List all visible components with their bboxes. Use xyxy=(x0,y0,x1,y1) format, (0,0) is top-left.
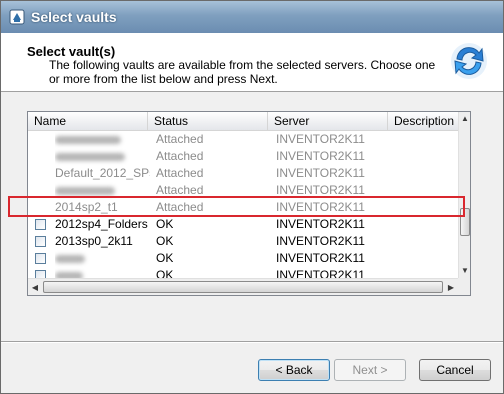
redacted-name xyxy=(55,187,115,195)
column-header-row: Name Status Server Description xyxy=(28,112,468,131)
vault-server-cell: INVENTOR2K11 xyxy=(276,234,365,248)
cancel-button[interactable]: Cancel xyxy=(419,359,491,381)
table-row[interactable]: Attached INVENTOR2K11 xyxy=(28,131,458,148)
vault-server-cell: INVENTOR2K11 xyxy=(276,217,365,231)
horizontal-scroll-thumb[interactable] xyxy=(43,281,443,293)
scroll-down-icon[interactable]: ▼ xyxy=(459,264,470,278)
table-row[interactable]: 2012sp4_Folders OK INVENTOR2K11 xyxy=(28,216,458,233)
redacted-name xyxy=(55,255,85,263)
column-header-name[interactable]: Name xyxy=(28,112,148,130)
vertical-scrollbar[interactable]: ▲ ▼ xyxy=(458,112,470,278)
vault-name-cell xyxy=(55,148,150,166)
scroll-up-icon[interactable]: ▲ xyxy=(459,112,470,126)
table-row[interactable]: OK INVENTOR2K11 xyxy=(28,267,458,278)
select-vaults-dialog: Select vaults Select vault(s) The follow… xyxy=(0,0,504,394)
table-row[interactable]: Default_2012_SP5 Attached INVENTOR2K11 xyxy=(28,165,458,182)
table-row[interactable]: OK INVENTOR2K11 xyxy=(28,250,458,267)
title-bar[interactable]: Select vaults xyxy=(1,1,503,33)
scrollbar-corner xyxy=(458,278,470,295)
row-checkbox[interactable] xyxy=(35,253,46,264)
vault-server-cell: INVENTOR2K11 xyxy=(276,251,365,265)
row-checkbox[interactable] xyxy=(35,219,46,230)
vault-status-cell: Attached xyxy=(156,149,204,163)
wizard-header: Select vault(s) The following vaults are… xyxy=(1,33,503,92)
vault-status-cell: Attached xyxy=(156,166,204,180)
vault-name-cell: 2013sp0_2k11 xyxy=(55,234,133,248)
scroll-left-icon[interactable]: ◀ xyxy=(28,279,42,295)
redacted-name xyxy=(55,153,125,161)
vault-server-cell: INVENTOR2K11 xyxy=(276,132,365,146)
vault-status-cell: OK xyxy=(156,251,174,265)
row-checkbox[interactable] xyxy=(35,236,46,247)
vault-name-cell: Default_2012_SP5 xyxy=(55,166,150,180)
back-button[interactable]: < Back xyxy=(258,359,330,381)
window-title: Select vaults xyxy=(31,9,117,25)
vault-name-cell xyxy=(55,131,150,149)
horizontal-scrollbar[interactable]: ◀ ▶ xyxy=(28,278,458,295)
vault-status-cell: OK xyxy=(156,234,174,248)
vault-status-cell: Attached xyxy=(156,132,204,146)
refresh-arrows-icon xyxy=(451,43,487,79)
column-header-server[interactable]: Server xyxy=(268,112,388,130)
vault-name-cell: 2012sp4_Folders xyxy=(55,217,148,231)
vault-name-cell xyxy=(55,267,150,278)
column-header-description[interactable]: Description xyxy=(388,112,468,130)
highlight-annotation-box xyxy=(8,196,465,217)
vault-server-cell: INVENTOR2K11 xyxy=(276,149,365,163)
next-button[interactable]: Next > xyxy=(334,359,406,381)
table-row[interactable]: 2013sp0_2k11 OK INVENTOR2K11 xyxy=(28,233,458,250)
table-row[interactable]: Attached INVENTOR2K11 xyxy=(28,148,458,165)
page-description: The following vaults are available from … xyxy=(49,58,436,86)
vault-server-cell: INVENTOR2K11 xyxy=(276,268,365,278)
vault-app-icon xyxy=(9,9,25,25)
page-title: Select vault(s) xyxy=(27,44,116,59)
footer-separator xyxy=(1,341,503,343)
vault-server-cell: INVENTOR2K11 xyxy=(276,166,365,180)
vault-status-cell: OK xyxy=(156,268,174,278)
vault-status-cell: OK xyxy=(156,217,174,231)
vault-name-cell xyxy=(55,250,150,268)
redacted-name xyxy=(55,136,121,144)
scroll-right-icon[interactable]: ▶ xyxy=(444,279,458,295)
column-header-status[interactable]: Status xyxy=(148,112,268,130)
row-checkbox[interactable] xyxy=(35,270,46,278)
